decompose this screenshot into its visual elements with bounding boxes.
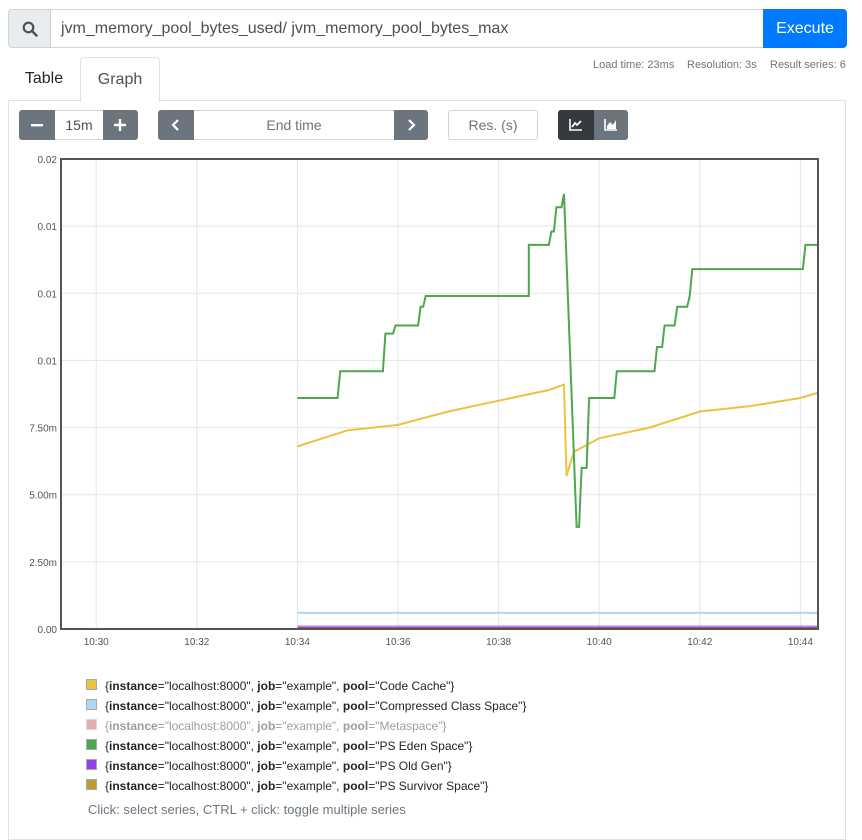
legend-item[interactable]: {instance="localhost:8000", job="example… [86, 676, 526, 696]
legend-item[interactable]: {instance="localhost:8000", job="example… [86, 736, 526, 756]
increase-range-button[interactable] [103, 110, 138, 140]
legend-swatch [86, 779, 97, 791]
line-chart-icon [569, 119, 582, 131]
legend-label: {instance="localhost:8000", job="example… [105, 719, 447, 733]
legend-label: {instance="localhost:8000", job="example… [105, 739, 473, 753]
chevron-left-icon [171, 119, 179, 131]
decrease-range-button[interactable] [19, 110, 55, 140]
y-tick-label: 0.01 [38, 222, 58, 233]
expression-input[interactable]: jvm_memory_pool_bytes_used/ jvm_memory_p… [49, 9, 775, 48]
legend-label: {instance="localhost:8000", job="example… [105, 699, 527, 713]
y-tick-label: 0.01 [38, 356, 58, 367]
x-tick-label: 10:34 [285, 637, 310, 648]
x-tick-label: 10:44 [788, 637, 813, 648]
legend-item[interactable]: {instance="localhost:8000", job="example… [86, 696, 526, 716]
search-addon [8, 9, 51, 48]
search-icon [22, 21, 38, 37]
y-tick-label: 0.02 [38, 155, 58, 166]
line-chart-button[interactable] [558, 110, 594, 140]
legend-swatch [86, 759, 97, 771]
stacked-chart-button[interactable] [594, 110, 628, 140]
end-time-input[interactable]: End time [194, 110, 394, 140]
legend-label: {instance="localhost:8000", job="example… [105, 759, 452, 773]
plus-icon [114, 119, 126, 131]
x-tick-label: 10:40 [587, 637, 612, 648]
chevron-right-icon [408, 119, 416, 131]
legend-label: {instance="localhost:8000", job="example… [105, 779, 489, 793]
x-tick-label: 10:32 [184, 637, 209, 648]
legend-item[interactable]: {instance="localhost:8000", job="example… [86, 716, 526, 736]
series-line-code-cache [297, 383, 819, 477]
legend-swatch [86, 719, 97, 731]
legend-label: {instance="localhost:8000", job="example… [105, 679, 455, 693]
x-tick-label: 10:30 [84, 637, 109, 648]
previous-time-button[interactable] [158, 110, 194, 140]
legend-item[interactable]: {instance="localhost:8000", job="example… [86, 776, 526, 796]
x-tick-label: 10:42 [687, 637, 712, 648]
y-tick-label: 0.00 [38, 625, 58, 636]
legend-item[interactable]: {instance="localhost:8000", job="example… [86, 756, 526, 776]
y-tick-label: 7.50m [29, 424, 57, 435]
x-tick-label: 10:36 [385, 637, 410, 648]
graph-chart[interactable]: 0.00 2.50m 5.00m 7.50m 0.01 0.01 0.01 0.02 10:30… [0, 145, 862, 655]
resolution-input[interactable]: Res. (s) [448, 110, 538, 140]
y-tick-label: 0.01 [38, 289, 58, 300]
y-tick-label: 2.50m [29, 558, 57, 569]
load-time: Load time: 23ms [593, 59, 675, 71]
tab-graph[interactable]: Graph [80, 57, 160, 102]
area-chart-icon [604, 119, 617, 131]
legend-swatch [86, 679, 97, 691]
minus-icon [31, 124, 43, 127]
range-input[interactable]: 15m [55, 110, 103, 140]
x-tick-label: 10:38 [486, 637, 511, 648]
legend-swatch [86, 739, 97, 751]
resolution: Resolution: 3s [687, 59, 757, 71]
legend: {instance="localhost:8000", job="example… [86, 676, 526, 796]
legend-swatch [86, 699, 97, 711]
y-tick-label: 5.00m [29, 491, 57, 502]
query-bar: jvm_memory_pool_bytes_used/ jvm_memory_p… [8, 9, 847, 48]
tab-table[interactable]: Table [10, 57, 78, 100]
plot-frame [60, 158, 819, 630]
legend-hint: Click: select series, CTRL + click: togg… [88, 802, 406, 817]
execute-button[interactable]: Execute [763, 9, 847, 48]
result-series: Result series: 6 [770, 59, 846, 71]
next-time-button[interactable] [394, 110, 428, 140]
